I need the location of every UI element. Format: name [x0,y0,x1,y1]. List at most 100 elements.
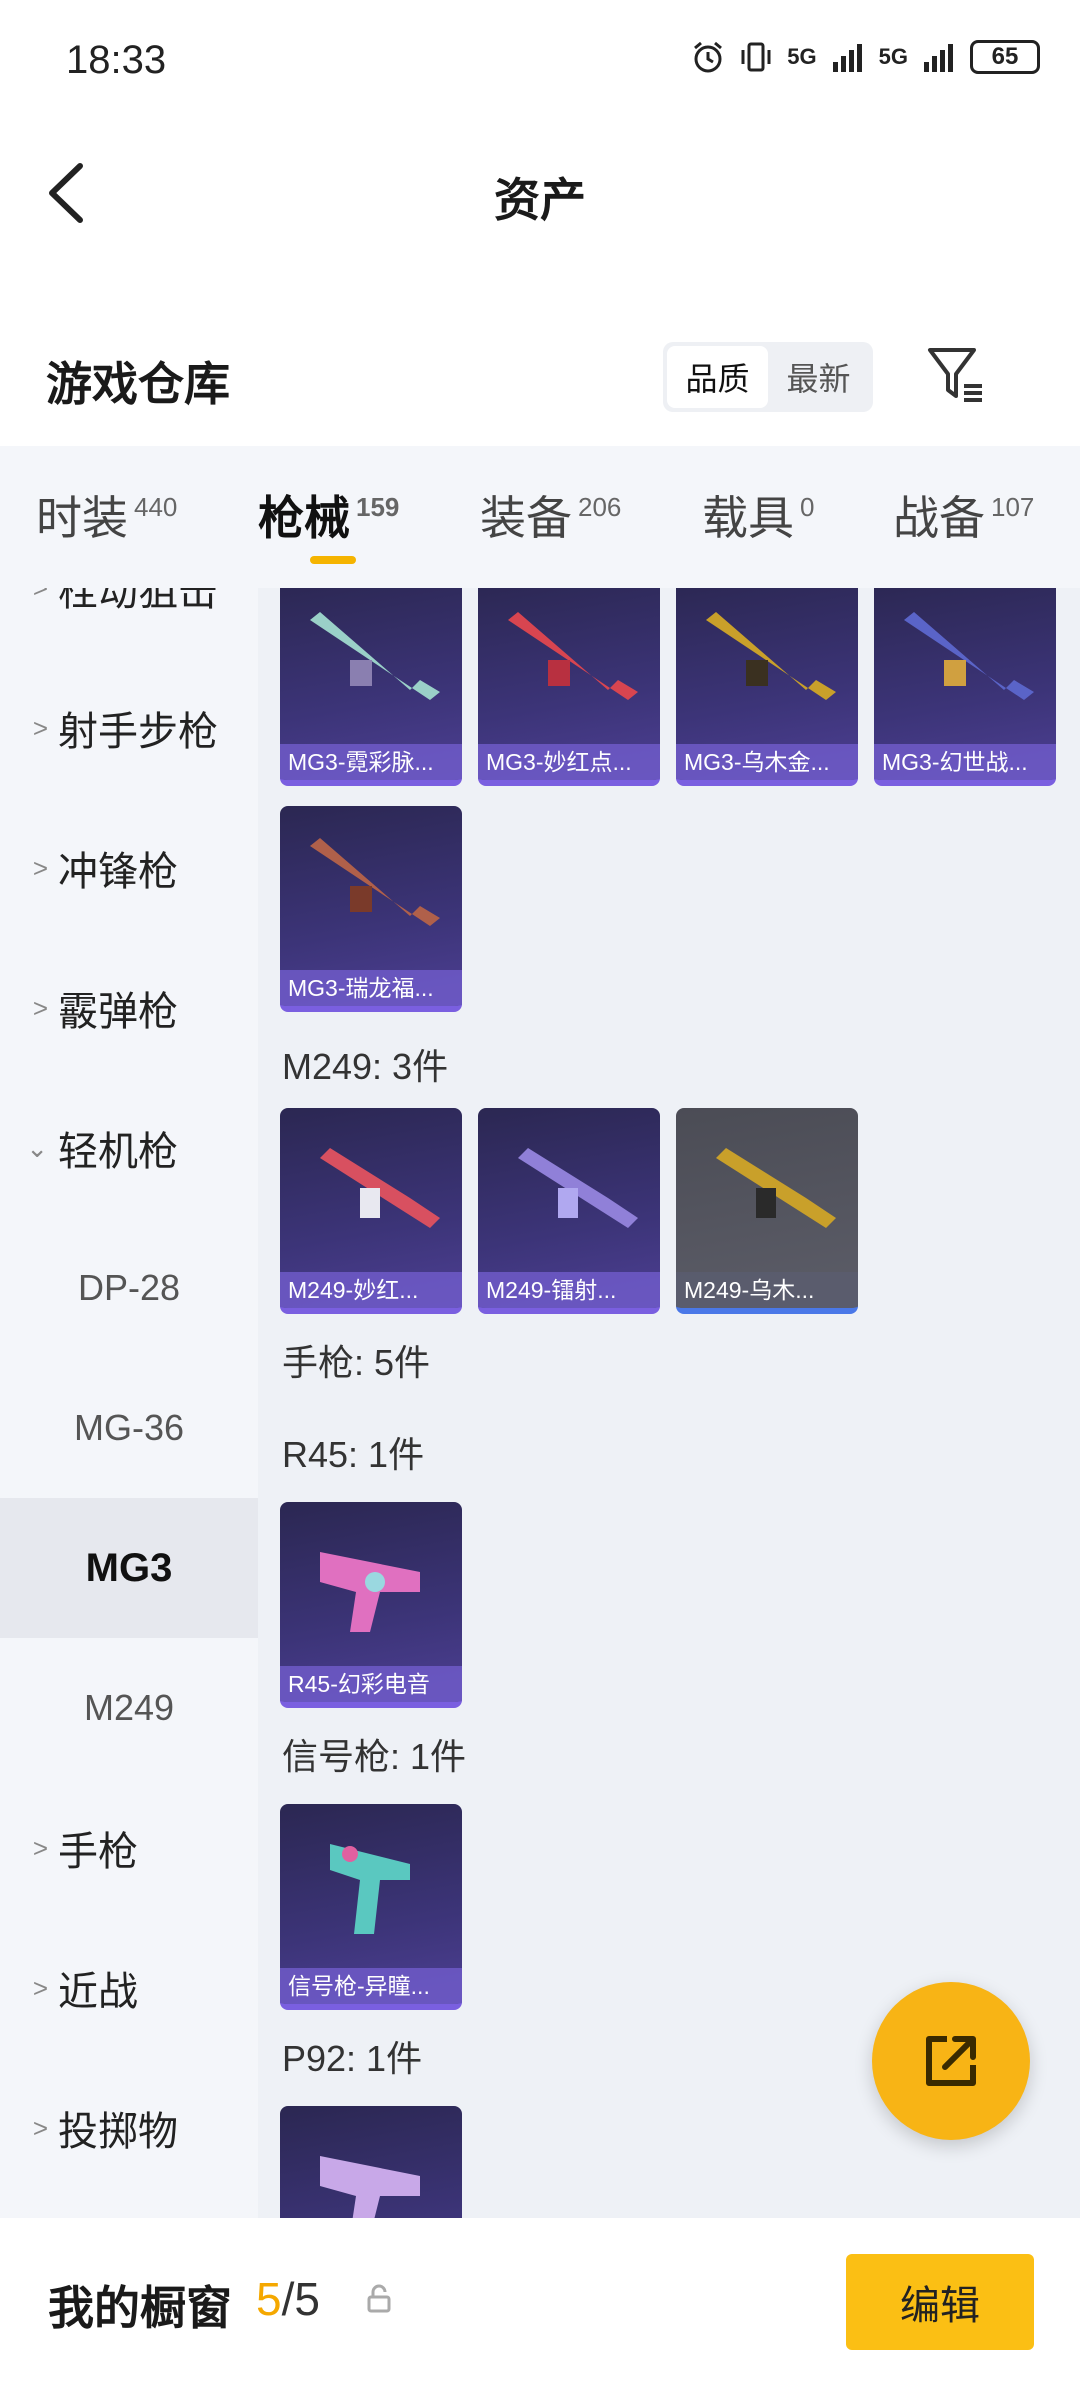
tab-count: 159 [356,492,400,522]
tab-count: 0 [800,492,815,522]
item-card[interactable]: M249-妙红... [280,1108,462,1314]
sidebar-item-shotgun[interactable]: > 霰弹枪 [0,938,258,1078]
lmg-icon [310,838,440,926]
item-label: M249-妙红... [280,1272,462,1308]
chevron-right-icon: > [32,712,48,743]
item-label: MG3-幻世战... [874,744,1056,780]
pistol-icon [320,2156,420,2218]
sidebar-item-marksman[interactable]: > 射手步枪 [0,658,258,798]
item-card[interactable] [280,2106,462,2218]
tab-label: 载具 [702,492,794,544]
sidebar-item-throwables[interactable]: > 投掷物 [0,2058,258,2198]
item-label: MG3-霓彩脉... [280,744,462,780]
tab-firearms[interactable]: 枪械 159 [258,482,399,548]
chevron-right-icon: > [32,1832,48,1863]
item-card[interactable]: 信号枪-异瞳... [280,1804,462,2010]
signal-icon [832,44,862,72]
item-card[interactable]: MG3-乌木金... [676,588,858,786]
r45-row: R45-幻彩电音 [280,1502,462,1708]
item-card[interactable]: MG3-瑞龙福... [280,806,462,1012]
sidebar-item-label: 霰弹枪 [58,990,178,1034]
showcase-count: 5/5 [256,2272,320,2326]
bottom-bar: 我的橱窗 5/5 编辑 [0,2218,1080,2382]
network-label-1: 5G [787,44,817,69]
sidebar-item-label: 轻机枪 [58,1130,178,1174]
sort-option-quality[interactable]: 品质 [667,346,768,408]
tab-count: 440 [134,492,178,522]
chevron-right-icon: > [32,852,48,883]
tab-label: 战备 [893,492,985,544]
item-label: MG3-瑞龙福... [280,970,462,1006]
flare-gun-icon [330,1844,410,1934]
section-header-r45: R45: 1件 [282,1434,425,1475]
sidebar-sub-m249[interactable]: M249 [0,1638,258,1778]
item-card[interactable]: M249-乌木... [676,1108,858,1314]
sidebar-item-label: 栓动狙击 [58,588,218,614]
sidebar-item-label: 手枪 [58,1830,138,1874]
item-label: M249-镭射... [478,1272,660,1308]
mg3-row-2: MG3-瑞龙福... [280,806,462,1012]
tab-count: 107 [991,492,1035,522]
sidebar-item-label: 近战 [58,1970,138,2014]
sidebar-item-label: 冲锋枪 [58,850,178,894]
flare-gun-row: 信号枪-异瞳... [280,1804,462,2010]
tab-fashion[interactable]: 时装 440 [36,482,177,548]
lock-icon [367,2284,391,2313]
item-card[interactable]: M249-镭射... [478,1108,660,1314]
alarm-icon [694,41,723,73]
filter-button[interactable] [924,342,988,406]
sort-toggle: 品质 最新 [663,342,873,412]
sidebar-item-smg[interactable]: > 冲锋枪 [0,798,258,938]
status-bar: 18:33 5G 5G 65 [0,0,1080,120]
p92-row [280,2106,462,2218]
item-label: 信号枪-异瞳... [280,1968,462,2004]
sidebar-item-pistol[interactable]: > 手枪 [0,1778,258,1918]
tab-indicator [310,556,356,564]
lmg-icon [706,612,836,700]
chevron-down-icon: ⌄ [26,1132,48,1163]
item-card[interactable]: MG3-幻世战... [874,588,1056,786]
network-label-2: 5G [878,44,908,69]
edit-button[interactable]: 编辑 [846,2254,1034,2350]
battery-icon: 65 [970,40,1040,74]
tab-vehicles[interactable]: 载具 0 [702,482,814,548]
chevron-right-icon: > [0,588,58,604]
tab-label: 枪械 [258,492,350,544]
tab-equipment[interactable]: 装备 206 [480,482,621,548]
lmg-icon [518,1148,638,1228]
status-time: 18:33 [66,38,167,82]
item-label: R45-幻彩电音 [280,1666,462,1702]
tab-label: 时装 [36,492,128,544]
section-header-pistols: 手枪: 5件 [282,1342,431,1383]
pistol-icon [320,1552,420,1632]
sort-option-latest[interactable]: 最新 [768,346,869,408]
item-label: M249-乌木... [676,1272,858,1308]
item-label: MG3-乌木金... [676,744,858,780]
sidebar: >栓动狙击 >射手步枪 >冲锋枪 >霰弹枪 ⌄轻机枪 DP-28 MG-36 M… [0,588,258,2218]
lmg-icon [716,1148,836,1228]
page-title: 资产 [494,174,586,226]
sidebar-sub-mg3[interactable]: MG3 [0,1498,258,1638]
showcase-total: 5 [294,2273,320,2325]
chevron-right-icon: > [32,2112,48,2143]
item-content: MG3-霓彩脉... MG3-妙红点... MG3-乌木金... MG3-幻世战… [258,588,1080,2218]
item-card[interactable]: MG3-霓彩脉... [280,588,462,786]
section-header-m249: M249: 3件 [282,1046,449,1087]
chevron-right-icon: > [32,992,48,1023]
sidebar-item-melee[interactable]: > 近战 [0,1918,258,2058]
share-button[interactable] [872,1982,1030,2140]
item-card[interactable]: MG3-妙红点... [478,588,660,786]
item-card[interactable]: R45-幻彩电音 [280,1502,462,1708]
vibrate-icon [741,42,771,72]
tab-label: 装备 [480,492,572,544]
sidebar-item-bolt-action[interactable]: >栓动狙击 [0,588,258,658]
sidebar-item-label: 射手步枪 [58,710,218,754]
share-icon [926,2036,976,2086]
tab-supplies[interactable]: 战备 107 [893,482,1034,548]
filter-icon [928,348,982,402]
sidebar-sub-dp28[interactable]: DP-28 [0,1218,258,1358]
lmg-icon [320,1148,440,1228]
sidebar-item-lmg[interactable]: ⌄ 轻机枪 [0,1078,258,1218]
sidebar-sub-mg36[interactable]: MG-36 [0,1358,258,1498]
status-icons: 5G 5G 65 [691,40,1040,74]
